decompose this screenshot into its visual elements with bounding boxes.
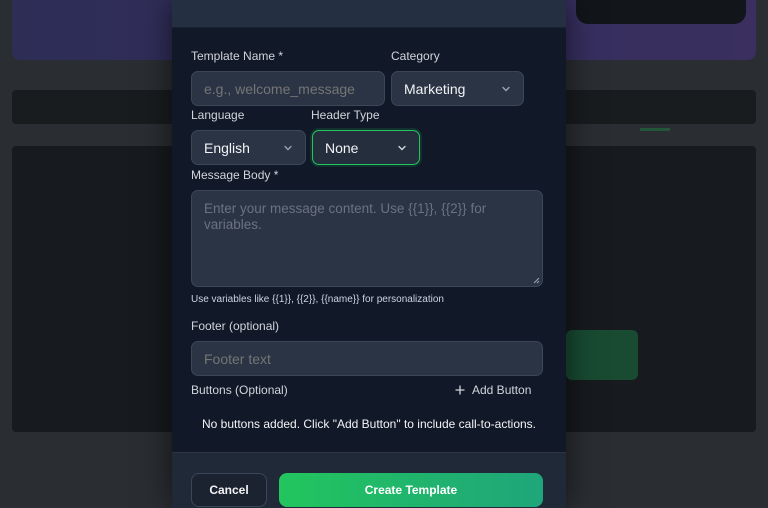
language-select[interactable]: English bbox=[191, 130, 306, 165]
category-label: Category bbox=[391, 49, 440, 63]
modal-body: Template Name * Category Marketing Langu… bbox=[172, 28, 566, 452]
category-value: Marketing bbox=[404, 80, 466, 97]
plus-icon bbox=[455, 385, 465, 395]
modal-header bbox=[172, 0, 566, 28]
resize-handle-icon[interactable] bbox=[532, 276, 540, 284]
language-label: Language bbox=[191, 108, 245, 122]
category-select[interactable]: Marketing bbox=[391, 71, 524, 106]
buttons-empty-state: No buttons added. Click "Add Button" to … bbox=[201, 417, 537, 431]
message-body-label: Message Body * bbox=[191, 168, 279, 182]
header-type-value: None bbox=[325, 139, 359, 156]
chevron-down-icon bbox=[284, 145, 292, 150]
buttons-label: Buttons (Optional) bbox=[191, 383, 288, 397]
template-name-label: Template Name * bbox=[191, 49, 284, 63]
cancel-button[interactable]: Cancel bbox=[191, 473, 267, 507]
modal-footer: Cancel Create Template bbox=[172, 452, 566, 508]
chevron-down-icon bbox=[398, 145, 406, 150]
language-value: English bbox=[204, 139, 250, 156]
add-button[interactable]: Add Button bbox=[455, 383, 531, 397]
message-body-textarea[interactable]: Enter your message content. Use {{1}}, {… bbox=[191, 190, 543, 287]
template-name-input[interactable] bbox=[191, 71, 385, 106]
message-body-placeholder: Enter your message content. Use {{1}}, {… bbox=[204, 201, 487, 232]
chevron-down-icon bbox=[502, 86, 510, 91]
message-body-hint: Use variables like {{1}}, {{2}}, {{name}… bbox=[191, 294, 444, 305]
footer-input[interactable] bbox=[191, 341, 543, 376]
create-template-button[interactable]: Create Template bbox=[279, 473, 543, 507]
header-type-select[interactable]: None bbox=[312, 130, 420, 165]
create-template-modal: Template Name * Category Marketing Langu… bbox=[172, 0, 566, 508]
footer-label: Footer (optional) bbox=[191, 319, 280, 333]
add-button-label: Add Button bbox=[472, 383, 532, 397]
header-type-label: Header Type bbox=[311, 108, 380, 122]
